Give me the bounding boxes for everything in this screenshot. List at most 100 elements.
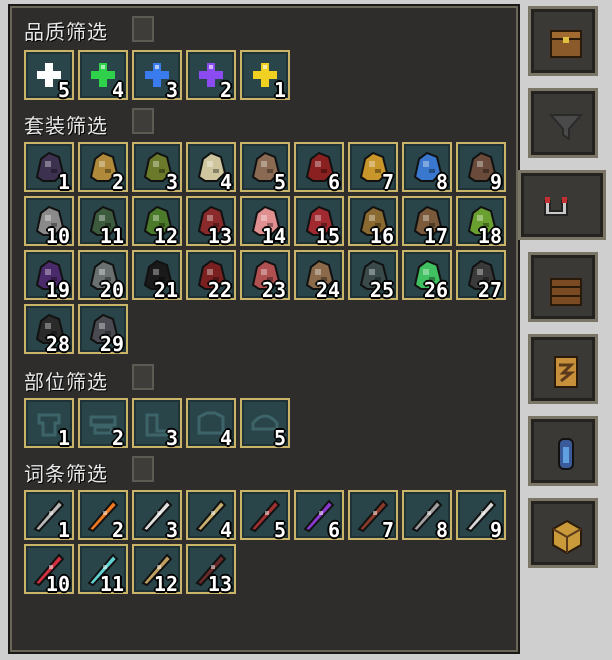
set-filter-toggle[interactable] xyxy=(132,108,154,134)
set-slot-2[interactable]: 2 xyxy=(78,142,128,194)
slot-number: 10 xyxy=(45,224,70,248)
set-slot-27[interactable]: 27 xyxy=(456,250,506,302)
affix-slot-1[interactable]: 1 xyxy=(24,490,74,542)
set-slot-8[interactable]: 8 xyxy=(402,142,452,194)
affix-slot-13[interactable]: 13 xyxy=(186,544,236,596)
quality-slot-5[interactable]: 5 xyxy=(24,50,74,102)
slot-number: 8 xyxy=(435,170,448,194)
slot-number: 8 xyxy=(435,518,448,542)
set-slot-15[interactable]: 15 xyxy=(294,196,344,248)
slot-number: 9 xyxy=(489,518,502,542)
set-slot-25[interactable]: 25 xyxy=(348,250,398,302)
side-tab-1[interactable] xyxy=(528,6,598,76)
slot-number: 3 xyxy=(165,78,178,102)
affix-slot-2[interactable]: 2 xyxy=(78,490,128,542)
side-tab-5[interactable] xyxy=(528,334,598,404)
set-slot-14[interactable]: 14 xyxy=(240,196,290,248)
set-slot-22[interactable]: 22 xyxy=(186,250,236,302)
magnet-icon xyxy=(544,197,568,216)
slot-number: 26 xyxy=(423,278,448,302)
funnel-icon xyxy=(548,114,584,141)
side-tab-3[interactable] xyxy=(518,170,606,240)
set-slot-5[interactable]: 5 xyxy=(240,142,290,194)
part-filter-toggle[interactable] xyxy=(132,364,154,390)
set-slot-26[interactable]: 26 xyxy=(402,250,452,302)
slot-number: 10 xyxy=(45,572,70,596)
set-slot-19[interactable]: 19 xyxy=(24,250,74,302)
affix-slot-3[interactable]: 3 xyxy=(132,490,182,542)
slot-number: 3 xyxy=(165,170,178,194)
set-slot-17[interactable]: 17 xyxy=(402,196,452,248)
set-slot-3[interactable]: 3 xyxy=(132,142,182,194)
slot-number: 24 xyxy=(315,278,340,302)
slot-number: 12 xyxy=(153,224,178,248)
slot-number: 25 xyxy=(369,278,394,302)
part-slot-5[interactable]: 5 xyxy=(240,398,290,450)
affix-slot-4[interactable]: 4 xyxy=(186,490,236,542)
quality-filter-title: 品质筛选 xyxy=(24,20,108,44)
set-slot-18[interactable]: 18 xyxy=(456,196,506,248)
affix-filter-toggle[interactable] xyxy=(132,456,154,482)
quality-filter-toggle[interactable] xyxy=(132,16,154,42)
slot-number: 23 xyxy=(261,278,286,302)
set-slot-23[interactable]: 23 xyxy=(240,250,290,302)
affix-slot-12[interactable]: 12 xyxy=(132,544,182,596)
quality-slot-4[interactable]: 4 xyxy=(78,50,128,102)
slot-number: 9 xyxy=(489,170,502,194)
side-tab-6[interactable] xyxy=(528,416,598,486)
slot-number: 14 xyxy=(261,224,286,248)
set-filter-title: 套装筛选 xyxy=(24,114,108,138)
slot-number: 22 xyxy=(207,278,232,302)
part-slot-4[interactable]: 4 xyxy=(186,398,236,450)
set-slot-21[interactable]: 21 xyxy=(132,250,182,302)
affix-slot-6[interactable]: 6 xyxy=(294,490,344,542)
slot-number: 29 xyxy=(99,332,124,356)
set-slot-1[interactable]: 1 xyxy=(24,142,74,194)
slot-number: 5 xyxy=(57,78,70,102)
slot-number: 4 xyxy=(219,518,232,542)
slot-number: 20 xyxy=(99,278,124,302)
set-slot-4[interactable]: 4 xyxy=(186,142,236,194)
slot-number: 4 xyxy=(219,170,232,194)
side-tab-2[interactable] xyxy=(528,88,598,158)
slot-number: 5 xyxy=(273,170,286,194)
set-slot-11[interactable]: 11 xyxy=(78,196,128,248)
quality-slot-2[interactable]: 2 xyxy=(186,50,236,102)
slot-number: 4 xyxy=(111,78,124,102)
set-slot-7[interactable]: 7 xyxy=(348,142,398,194)
potion-icon xyxy=(558,438,574,470)
slot-number: 1 xyxy=(57,170,70,194)
scroll-icon xyxy=(554,356,578,388)
part-slot-3[interactable]: 3 xyxy=(132,398,182,450)
slot-number: 4 xyxy=(219,426,232,450)
slot-number: 16 xyxy=(369,224,394,248)
affix-slot-10[interactable]: 10 xyxy=(24,544,74,596)
side-tab-4[interactable] xyxy=(528,252,598,322)
set-slot-9[interactable]: 9 xyxy=(456,142,506,194)
slot-number: 7 xyxy=(381,518,394,542)
set-slot-10[interactable]: 10 xyxy=(24,196,74,248)
quality-slot-1[interactable]: 1 xyxy=(240,50,290,102)
set-slot-20[interactable]: 20 xyxy=(78,250,128,302)
slot-number: 21 xyxy=(153,278,178,302)
slot-number: 6 xyxy=(327,170,340,194)
set-slot-28[interactable]: 28 xyxy=(24,304,74,356)
slot-number: 2 xyxy=(219,78,232,102)
slot-number: 12 xyxy=(153,572,178,596)
set-slot-24[interactable]: 24 xyxy=(294,250,344,302)
affix-slot-9[interactable]: 9 xyxy=(456,490,506,542)
quality-slot-3[interactable]: 3 xyxy=(132,50,182,102)
side-tab-7[interactable] xyxy=(528,498,598,568)
set-slot-13[interactable]: 13 xyxy=(186,196,236,248)
affix-slot-11[interactable]: 11 xyxy=(78,544,128,596)
set-slot-12[interactable]: 12 xyxy=(132,196,182,248)
affix-slot-5[interactable]: 5 xyxy=(240,490,290,542)
set-slot-6[interactable]: 6 xyxy=(294,142,344,194)
part-slot-1[interactable]: 1 xyxy=(24,398,74,450)
slot-number: 1 xyxy=(57,518,70,542)
set-slot-16[interactable]: 16 xyxy=(348,196,398,248)
affix-slot-8[interactable]: 8 xyxy=(402,490,452,542)
set-slot-29[interactable]: 29 xyxy=(78,304,128,356)
affix-slot-7[interactable]: 7 xyxy=(348,490,398,542)
part-slot-2[interactable]: 2 xyxy=(78,398,128,450)
